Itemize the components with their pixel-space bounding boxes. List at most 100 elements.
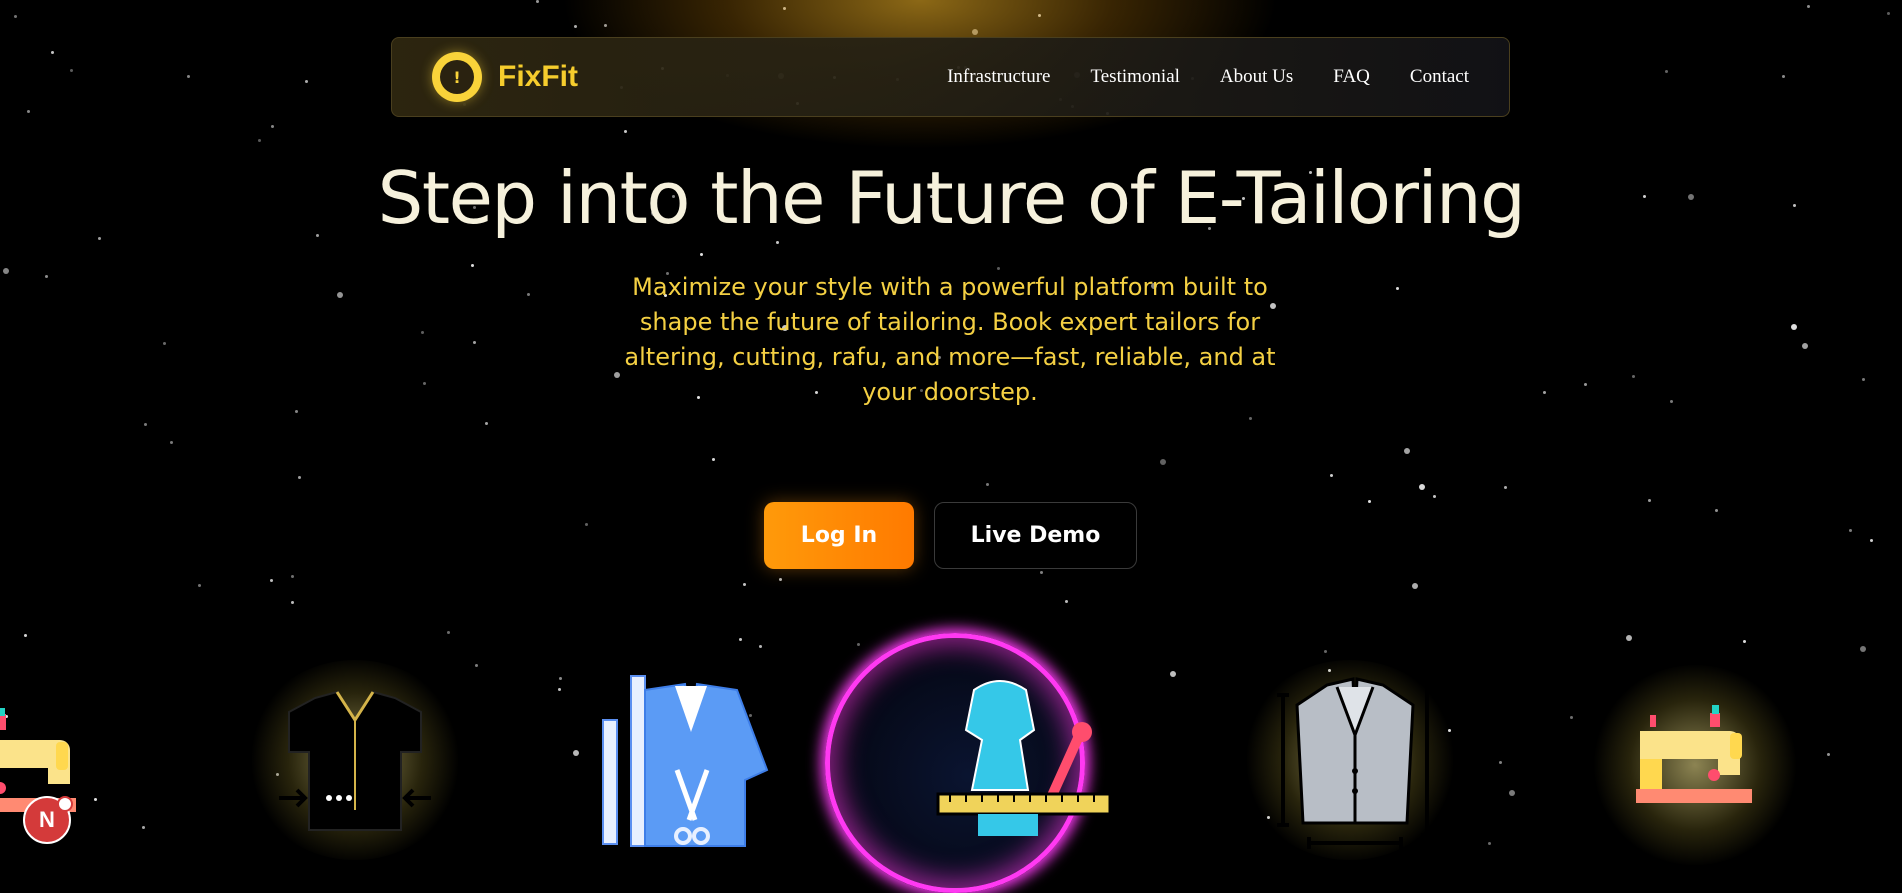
brand-logo-icon: ! xyxy=(432,52,482,102)
star xyxy=(305,80,308,83)
star xyxy=(258,139,261,142)
star xyxy=(1488,842,1491,845)
star xyxy=(447,631,450,634)
star xyxy=(1632,375,1635,378)
star xyxy=(624,130,627,133)
star xyxy=(1665,70,1668,73)
star xyxy=(1802,343,1808,349)
star xyxy=(536,0,539,3)
star xyxy=(421,331,424,334)
star xyxy=(1330,474,1333,477)
nav-link-infrastructure[interactable]: Infrastructure xyxy=(947,66,1050,88)
nav-link-contact[interactable]: Contact xyxy=(1410,66,1469,88)
carousel-item-6[interactable] xyxy=(1590,665,1800,865)
star xyxy=(1543,391,1546,394)
star xyxy=(574,25,577,28)
star xyxy=(1038,14,1041,17)
star xyxy=(1499,761,1502,764)
star xyxy=(198,584,201,587)
star xyxy=(291,575,294,578)
star xyxy=(779,578,782,581)
star xyxy=(24,634,27,637)
dress-measure-icon xyxy=(936,680,1112,836)
brand-name: FixFit xyxy=(498,60,578,93)
star xyxy=(1715,509,1718,512)
navbar: ! FixFit Infrastructure Testimonial Abou… xyxy=(391,37,1510,117)
star xyxy=(1870,539,1873,542)
star xyxy=(1065,600,1068,603)
nav-link-faq[interactable]: FAQ xyxy=(1333,66,1370,88)
star xyxy=(271,125,274,128)
star xyxy=(51,51,54,54)
star xyxy=(27,110,30,113)
star xyxy=(3,268,9,274)
star xyxy=(1324,650,1327,653)
hero-headline: Step into the Future of E-Tailoring xyxy=(377,156,1526,240)
nav-link-testimonial[interactable]: Testimonial xyxy=(1090,66,1179,88)
star xyxy=(558,688,561,691)
star xyxy=(1849,529,1852,532)
sewing-machine-icon xyxy=(1636,705,1752,803)
star xyxy=(144,423,147,426)
nav-link-about-us[interactable]: About Us xyxy=(1220,66,1293,88)
star xyxy=(1584,383,1587,386)
star xyxy=(1368,500,1371,503)
star xyxy=(1570,716,1573,719)
star xyxy=(527,293,530,296)
star xyxy=(1782,75,1785,78)
star xyxy=(142,826,145,829)
star xyxy=(1160,459,1166,465)
star xyxy=(1670,400,1673,403)
star xyxy=(1626,635,1632,641)
star xyxy=(743,583,746,586)
logo-glyph: ! xyxy=(440,60,474,94)
star xyxy=(485,422,488,425)
star xyxy=(1648,499,1651,502)
star xyxy=(1433,495,1436,498)
star xyxy=(739,638,742,641)
star xyxy=(1396,287,1399,290)
carousel-item-5[interactable] xyxy=(1240,660,1460,860)
star xyxy=(45,275,48,278)
star xyxy=(1862,378,1865,381)
star xyxy=(14,15,17,18)
star xyxy=(163,342,166,345)
star xyxy=(986,483,989,486)
brand[interactable]: ! FixFit xyxy=(432,52,578,102)
star xyxy=(1743,640,1746,643)
star xyxy=(1170,671,1176,677)
star xyxy=(1040,571,1043,574)
star xyxy=(1807,5,1810,8)
shirt-cutting-icon xyxy=(279,690,431,831)
nav-links: Infrastructure Testimonial About Us FAQ … xyxy=(947,38,1469,116)
star xyxy=(298,476,301,479)
star xyxy=(1412,583,1418,589)
star xyxy=(295,410,298,413)
login-button[interactable]: Log In xyxy=(764,502,914,569)
star xyxy=(559,677,562,680)
star xyxy=(573,750,579,756)
star xyxy=(475,664,478,667)
star xyxy=(187,75,190,78)
star xyxy=(337,292,343,298)
suit-measure-icon xyxy=(1277,677,1433,849)
star xyxy=(1827,753,1830,756)
live-demo-button[interactable]: Live Demo xyxy=(934,502,1137,569)
dev-indicator-dot xyxy=(57,796,73,812)
star xyxy=(585,523,588,526)
star xyxy=(1791,324,1797,330)
star xyxy=(473,341,476,344)
star xyxy=(700,253,703,256)
carousel-item-4[interactable] xyxy=(930,670,1120,860)
star xyxy=(604,24,607,27)
carousel-item-3[interactable] xyxy=(595,670,785,860)
star xyxy=(776,241,779,244)
hero-subheading: Maximize your style with a powerful plat… xyxy=(624,273,1276,406)
carousel-item-2[interactable] xyxy=(245,660,465,860)
star xyxy=(783,7,786,10)
star xyxy=(1404,448,1410,454)
blazer-scissors-icon xyxy=(602,675,769,847)
star xyxy=(170,441,173,444)
star xyxy=(423,382,426,385)
star xyxy=(972,29,978,35)
